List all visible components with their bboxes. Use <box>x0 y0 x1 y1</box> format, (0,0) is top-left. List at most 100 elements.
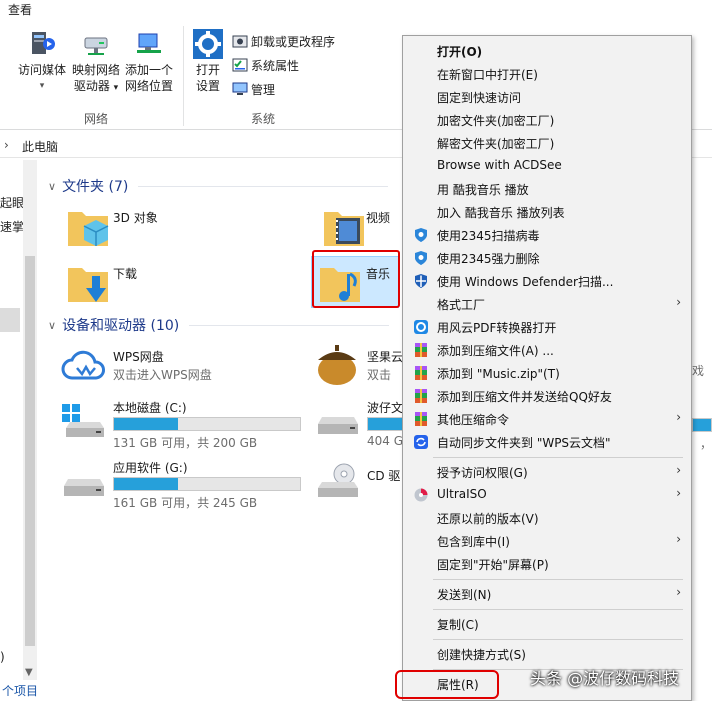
drive-free-space: 161 GB 可用，共 245 GB <box>113 496 258 510</box>
menu-item-encrypt-folder[interactable]: 加密文件夹(加密工厂) <box>403 109 691 131</box>
status-item-count: 个项目 <box>2 684 39 698</box>
menu-item-decrypt-folder[interactable]: 解密文件夹(加密工厂) <box>403 132 691 154</box>
drive-free-space: 131 GB 可用，共 200 GB <box>113 436 258 450</box>
hard-drive-icon <box>64 479 104 496</box>
network-location-icon <box>137 33 161 53</box>
drive-usage-fill <box>114 418 179 430</box>
drive-name: WPS网盘 <box>113 350 164 364</box>
drive-name: 坚果云 <box>367 350 404 364</box>
menu-item-add-archive-qq[interactable]: 添加到压缩文件并发送给QQ好友 <box>403 385 691 407</box>
shield-2345-icon <box>415 251 427 265</box>
drive-usage-bar <box>113 477 301 491</box>
wps-cloud-drive[interactable]: WPS网盘 双击进入WPS网盘 <box>58 342 298 390</box>
ultraiso-disc-icon <box>414 488 428 502</box>
chevron-down-icon: ▾ <box>113 83 119 93</box>
menu-item-add-archive[interactable]: 添加到压缩文件(A) ... <box>403 339 691 361</box>
menu-item-2345-delete[interactable]: 使用2345强力删除 <box>403 247 691 269</box>
menu-item-kuwo-playlist[interactable]: 加入 酷我音乐 播放列表 <box>403 201 691 223</box>
open-settings-button[interactable]: 打开 设置 <box>188 28 228 94</box>
menu-item-browse-acdsee[interactable]: Browse with ACDSee <box>403 155 691 177</box>
context-menu: 打开(O) 在新窗口中打开(E) 固定到快速访问 加密文件夹(加密工厂) 解密文… <box>402 35 692 701</box>
cloud-icon <box>61 350 105 380</box>
scrollbar-thumb[interactable] <box>25 256 35 646</box>
menu-item-format-factory[interactable]: 格式工厂 › <box>403 293 691 315</box>
drive-name: CD 驱 <box>367 469 401 483</box>
breadcrumb[interactable]: 此电脑 <box>22 138 58 155</box>
winrar-icon <box>415 389 427 403</box>
menu-separator <box>433 639 683 640</box>
folder-videos[interactable]: 视频 <box>318 202 398 252</box>
devices-section-header[interactable]: ∨ 设备和驱动器 (10) <box>48 315 390 335</box>
menu-item-kuwo-play[interactable]: 用 酷我音乐 播放 <box>403 178 691 200</box>
uninstall-program-label: 卸载或更改程序 <box>251 34 336 49</box>
menu-item-add-zip[interactable]: 添加到 "Music.zip"(T) <box>403 362 691 384</box>
nutstore-drive[interactable]: 坚果云 双击 <box>310 342 410 390</box>
drive-cd[interactable]: CD 驱 <box>310 456 410 508</box>
folder-3d-objects[interactable]: 3D 对象 <box>62 202 302 252</box>
folders-section-header[interactable]: ∨ 文件夹 (7) <box>48 176 389 196</box>
drive-usage-bar <box>367 417 407 431</box>
folder-downloads[interactable]: 下载 <box>62 258 302 308</box>
scroll-down-arrow-icon[interactable]: ▼ <box>25 667 33 678</box>
menu-item-defender-scan[interactable]: 使用 Windows Defender扫描... <box>403 270 691 292</box>
menu-item-open-new-window[interactable]: 在新窗口中打开(E) <box>403 63 691 85</box>
add-network-location-label-1: 添加一个 <box>124 63 173 77</box>
folder-label: 3D 对象 <box>113 211 158 225</box>
winrar-icon <box>415 366 427 380</box>
group-system-label: 系统 <box>251 112 276 126</box>
menu-separator <box>433 609 683 610</box>
submenu-arrow-icon: › <box>676 532 681 546</box>
highlight-red-box <box>395 670 499 699</box>
menu-item-fengyun-pdf[interactable]: 用风云PDF转换器打开 <box>403 316 691 338</box>
drive-g[interactable]: 应用软件 (G:) 161 GB 可用，共 245 GB <box>58 456 304 510</box>
nav-item[interactable]: 速掌 <box>0 218 24 235</box>
nav-scrollbar[interactable]: ▼ <box>23 160 37 680</box>
menu-separator <box>433 457 683 458</box>
drive-c[interactable]: 本地磁盘 (C:) 131 GB 可用，共 200 GB <box>58 396 304 450</box>
map-drive-label-2: 驱动器 ▾ <box>73 79 119 93</box>
manage-button[interactable]: 管理 <box>232 78 275 100</box>
ribbon-tabbar: 查看 <box>0 0 712 20</box>
watermark: 头条 @波仔数码科技 <box>530 669 680 688</box>
checklist-icon <box>232 58 248 72</box>
menu-item-pin-start[interactable]: 固定到"开始"屏幕(P) <box>403 553 691 575</box>
nut-icon <box>318 345 356 385</box>
menu-separator <box>433 579 683 580</box>
menu-item-include-library[interactable]: 包含到库中(I) › <box>403 530 691 552</box>
menu-item-restore-previous[interactable]: 还原以前的版本(V) <box>403 507 691 529</box>
gear-icon <box>193 29 223 59</box>
wps-sync-icon <box>414 435 428 449</box>
menu-item-wps-sync[interactable]: 自动同步文件夹到 "WPS云文档" <box>403 431 691 453</box>
nav-selected-item[interactable] <box>0 308 20 332</box>
folder-label: 视频 <box>366 211 391 225</box>
menu-item-other-compress[interactable]: 其他压缩命令 › <box>403 408 691 430</box>
chevron-down-icon: ▾ <box>39 81 45 91</box>
menu-item-open[interactable]: 打开(O) <box>403 40 691 62</box>
download-folder-icon <box>68 268 108 302</box>
drive-bozai[interactable]: 波仔文 404 G <box>310 396 410 448</box>
menu-item-create-shortcut[interactable]: 创建快捷方式(S) <box>403 643 691 665</box>
add-network-location-button[interactable]: 添加一个 网络位置 <box>122 28 176 94</box>
system-properties-button[interactable]: 系统属性 <box>232 54 299 76</box>
map-drive-button[interactable]: 映射网络 驱动器 ▾ <box>70 28 122 96</box>
chevron-down-icon: ∨ <box>48 318 57 332</box>
access-media-button[interactable]: 访问媒体 ▾ <box>14 28 70 94</box>
menu-item-grant-access[interactable]: 授予访问权限(G) › <box>403 461 691 483</box>
shield-2345-icon <box>415 228 427 242</box>
menu-item-pin-quick-access[interactable]: 固定到快速访问 <box>403 86 691 108</box>
submenu-arrow-icon: › <box>676 585 681 599</box>
drive-name: 波仔文 <box>367 401 404 415</box>
menu-item-ultraiso[interactable]: UltraISO › <box>403 484 691 506</box>
open-settings-label-2: 设置 <box>195 79 220 93</box>
drive-subtitle: 双击 <box>367 368 392 382</box>
tab-view[interactable]: 查看 <box>8 1 32 18</box>
menu-item-copy[interactable]: 复制(C) <box>403 613 691 635</box>
devices-section-title: 设备和驱动器 (10) <box>62 318 180 334</box>
chevron-right-icon[interactable]: › <box>4 138 9 152</box>
nav-item[interactable]: 起眼 <box>0 194 24 211</box>
uninstall-program-button[interactable]: 卸载或更改程序 <box>232 30 335 52</box>
menu-item-send-to[interactable]: 发送到(N) › <box>403 583 691 605</box>
nav-item-fragment: ) <box>0 650 5 664</box>
menu-item-2345-scan[interactable]: 使用2345扫描病毒 <box>403 224 691 246</box>
section-divider <box>138 185 389 187</box>
